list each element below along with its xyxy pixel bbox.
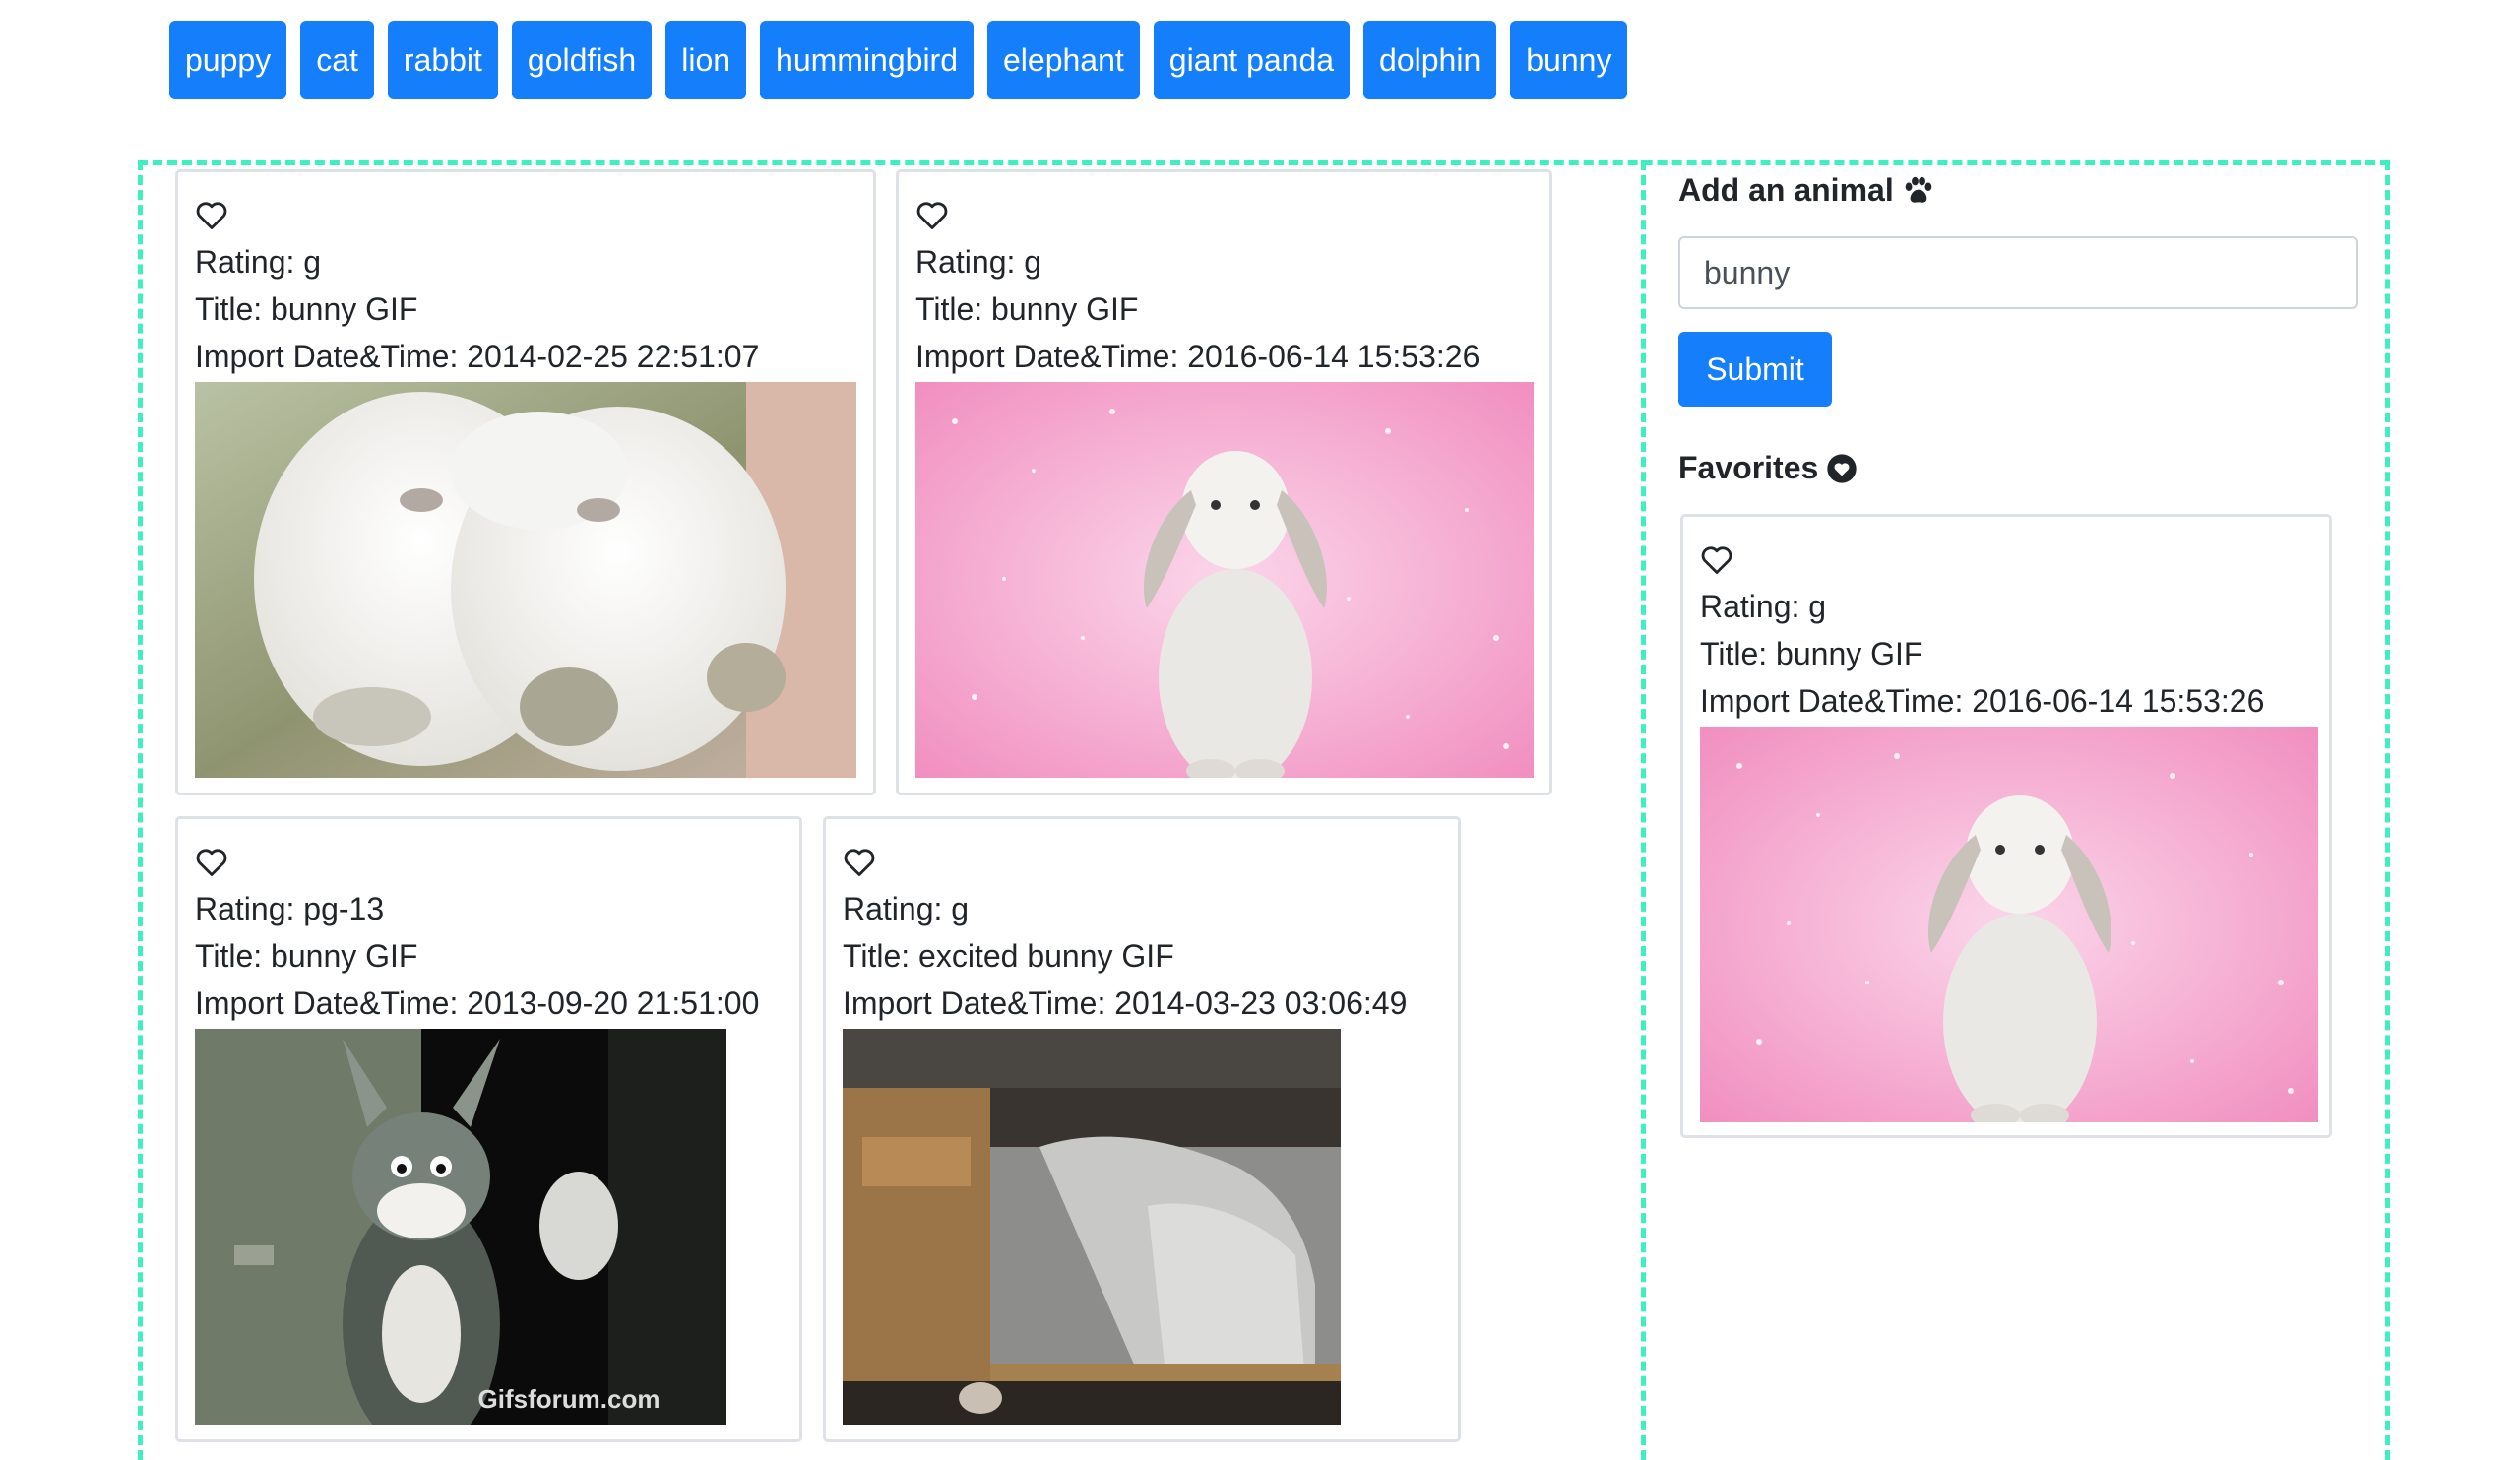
- gif-card: Rating: g Title: bunny GIF Import Date&T…: [896, 169, 1552, 795]
- topic-button-goldfish[interactable]: goldfish: [511, 21, 653, 99]
- topic-button-lion[interactable]: lion: [665, 21, 747, 99]
- gif-import-datetime: Import Date&Time: 2016-06-14 15:53:26: [1700, 683, 2265, 719]
- topic-button-elephant[interactable]: elephant: [987, 21, 1140, 99]
- topic-button-rabbit[interactable]: rabbit: [387, 21, 498, 99]
- gif-rating: Rating: g: [915, 244, 1042, 280]
- gif-title: Title: bunny GIF: [195, 938, 418, 974]
- heart-outline-icon[interactable]: [843, 846, 876, 877]
- topic-button-dolphin[interactable]: dolphin: [1363, 21, 1497, 99]
- gif-watermark: Gifsforum.com: [478, 1384, 661, 1414]
- gif-image: [195, 382, 856, 778]
- gif-title: Title: bunny GIF: [915, 291, 1139, 327]
- gif-image: [915, 382, 1534, 778]
- gif-rating: Rating: g: [1700, 589, 1827, 624]
- gif-image: [1700, 727, 2318, 1122]
- topic-button-bar: puppy cat rabbit goldfish lion hummingbi…: [169, 21, 1628, 99]
- gif-title: Title: bunny GIF: [1700, 636, 1923, 671]
- topic-button-giant-panda[interactable]: giant panda: [1153, 21, 1351, 99]
- animal-input[interactable]: [1678, 236, 2358, 309]
- add-animal-heading: Add an animal: [1678, 172, 1935, 209]
- gif-rating: Rating: g: [195, 244, 322, 280]
- topic-button-bunny[interactable]: bunny: [1510, 21, 1628, 99]
- topic-button-hummingbird[interactable]: hummingbird: [760, 21, 974, 99]
- gif-import-datetime: Import Date&Time: 2014-02-25 22:51:07: [195, 339, 760, 374]
- gif-image: [843, 1029, 1441, 1425]
- favorite-gif-card: Rating: g Title: bunny GIF Import Date&T…: [1680, 514, 2332, 1138]
- gif-card: Rating: g Title: excited bunny GIF Impor…: [823, 816, 1461, 1442]
- heart-outline-icon[interactable]: [195, 199, 228, 230]
- topic-button-cat[interactable]: cat: [300, 21, 374, 99]
- gif-rating: Rating: g: [843, 891, 970, 926]
- heart-outline-icon[interactable]: [915, 199, 949, 230]
- gif-title: Title: excited bunny GIF: [843, 938, 1174, 974]
- gif-title: Title: bunny GIF: [195, 291, 418, 327]
- favorites-heading: Favorites: [1678, 450, 1858, 486]
- heart-outline-icon[interactable]: [195, 846, 228, 877]
- gif-import-datetime: Import Date&Time: 2016-06-14 15:53:26: [915, 339, 1480, 374]
- gif-rating: Rating: pg-13: [195, 891, 385, 926]
- gif-import-datetime: Import Date&Time: 2013-09-20 21:51:00: [195, 985, 760, 1021]
- gif-card: Rating: pg-13 Title: bunny GIF Import Da…: [175, 816, 802, 1442]
- gif-card: Rating: g Title: bunny GIF Import Date&T…: [175, 169, 876, 795]
- gif-image: Gifsforum.com: [195, 1029, 783, 1425]
- paw-icon: [1905, 176, 1932, 203]
- heart-circle-icon: [1827, 453, 1857, 483]
- submit-button[interactable]: Submit: [1678, 332, 1832, 407]
- column-divider: [1641, 160, 1646, 1460]
- heart-outline-icon[interactable]: [1700, 543, 1733, 575]
- gif-import-datetime: Import Date&Time: 2014-03-23 03:06:49: [843, 985, 1408, 1021]
- topic-button-puppy[interactable]: puppy: [169, 21, 287, 99]
